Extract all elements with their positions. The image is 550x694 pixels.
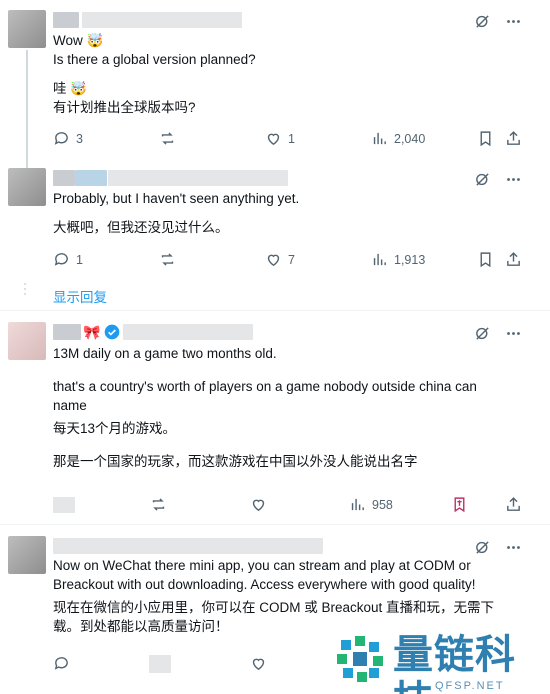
reply-button[interactable]: 1: [53, 251, 83, 268]
bookmark-button[interactable]: [477, 130, 494, 147]
user-handle-redacted[interactable]: [108, 170, 288, 186]
tweet-line: that's a country's worth of players on a…: [53, 379, 477, 413]
more-icon[interactable]: [505, 325, 522, 342]
retweet-button[interactable]: [159, 130, 176, 147]
like-icon: [265, 130, 282, 147]
tweet-text: Now on WeChat there mini app, you can st…: [53, 556, 520, 636]
retweet-icon: [159, 251, 176, 268]
tweet-2[interactable]: Probably, but I haven't seen anything ye…: [0, 158, 550, 308]
share-button[interactable]: [505, 251, 522, 268]
avatar[interactable]: [8, 10, 46, 48]
thread-line: [26, 158, 28, 168]
share-button[interactable]: [505, 496, 522, 513]
like-icon: [250, 655, 267, 672]
views-count: 1,913: [394, 252, 426, 267]
tweet-line: Now on WeChat there mini app, you can st…: [53, 558, 476, 592]
user-handle-redacted[interactable]: [123, 324, 253, 340]
like-icon: [265, 251, 282, 268]
user-handle-redacted[interactable]: [82, 12, 242, 28]
thread-line: [26, 50, 28, 158]
reply-button[interactable]: [53, 655, 70, 672]
share-icon: [505, 130, 522, 147]
avatar[interactable]: [8, 322, 46, 360]
bookmark-icon: [477, 130, 494, 147]
reply-count-redacted: [53, 497, 75, 513]
thread-dots: [24, 283, 26, 298]
like-count: 1: [288, 131, 295, 146]
like-button[interactable]: [250, 655, 267, 672]
avatar[interactable]: [8, 536, 46, 574]
user-name-redacted[interactable]: [75, 170, 107, 186]
tweet-text: Probably, but I haven't seen anything ye…: [53, 189, 510, 237]
views-button[interactable]: 2,040: [371, 130, 425, 147]
views-count: 2,040: [394, 131, 426, 146]
tweet-actions: 3 1 2,040: [53, 130, 523, 150]
retweet-icon: [159, 130, 176, 147]
like-button[interactable]: 1: [265, 130, 295, 147]
views-icon: [371, 130, 388, 147]
share-icon: [505, 496, 522, 513]
grok-icon[interactable]: [474, 171, 491, 188]
tweet-text: 13M daily on a game two months old. that…: [53, 344, 510, 471]
views-button[interactable]: 1,913: [371, 251, 425, 268]
more-icon[interactable]: [505, 539, 522, 556]
grok-icon[interactable]: [474, 13, 491, 30]
tweet-actions: 958: [53, 496, 523, 516]
more-icon[interactable]: [505, 171, 522, 188]
user-name-redacted[interactable]: [53, 12, 79, 28]
like-icon: [250, 496, 267, 513]
like-button[interactable]: 7: [265, 251, 295, 268]
tweet-line: 有计划推出全球版本吗?: [53, 100, 196, 115]
retweet-redacted: [149, 655, 171, 673]
views-button[interactable]: 958: [349, 496, 393, 513]
show-replies-link[interactable]: 显示回复: [53, 286, 107, 306]
user-name-redacted[interactable]: [53, 538, 323, 554]
bookmark-icon: [477, 251, 494, 268]
tweet-line: 每天13个月的游戏。: [53, 421, 177, 436]
reply-count: 1: [76, 252, 83, 267]
views-icon: [349, 496, 366, 513]
tweet-line: 大概吧，但我还没见过什么。: [53, 220, 229, 235]
more-icon[interactable]: [505, 13, 522, 30]
tweet-line: 13M daily on a game two months old.: [53, 346, 277, 361]
reply-icon: [53, 130, 70, 147]
verified-icon: [104, 324, 120, 340]
tweet-3[interactable]: 🎀 13M daily on a game two months old. th…: [0, 311, 550, 523]
grok-icon[interactable]: [474, 325, 491, 342]
user-name-redacted[interactable]: [53, 170, 75, 186]
retweet-icon: [150, 496, 167, 513]
like-count: 7: [288, 252, 295, 267]
bookmark-button[interactable]: [451, 496, 468, 513]
tweet-actions: 1 7 1,913: [53, 251, 523, 271]
reply-icon: [53, 251, 70, 268]
avatar[interactable]: [8, 168, 46, 206]
watermark: 量链科技 QFSP.NET: [335, 632, 550, 694]
reply-count: 3: [76, 131, 83, 146]
tweet-line: 那是一个国家的玩家，而这款游戏在中国以外没人能说出名字: [53, 454, 418, 469]
tweet-1[interactable]: Wow 🤯 Is there a global version planned?…: [0, 0, 550, 158]
ribbon-emoji: 🎀: [83, 324, 101, 340]
tweet-line: Wow 🤯: [53, 33, 104, 48]
watermark-subtitle: QFSP.NET: [435, 680, 505, 692]
tweet-text: Wow 🤯 Is there a global version planned?…: [53, 31, 510, 117]
grok-icon[interactable]: [474, 539, 491, 556]
reply-button[interactable]: 3: [53, 130, 83, 147]
user-name-redacted[interactable]: [53, 324, 81, 340]
tweet-line: Probably, but I haven't seen anything ye…: [53, 191, 300, 206]
like-button[interactable]: [250, 496, 267, 513]
views-icon: [371, 251, 388, 268]
share-button[interactable]: [505, 130, 522, 147]
reply-icon: [53, 655, 70, 672]
tweet-line: Is there a global version planned?: [53, 52, 256, 67]
retweet-button[interactable]: [150, 496, 167, 513]
retweet-button[interactable]: [159, 251, 176, 268]
views-count: 958: [372, 497, 393, 512]
bookmark-button[interactable]: [477, 251, 494, 268]
watermark-logo-icon: [335, 634, 385, 684]
bookmark-icon: [451, 496, 468, 513]
tweet-line: 现在在微信的小应用里，你可以在 CODM 或 Breackout 直播和玩，无需…: [53, 600, 495, 634]
share-icon: [505, 251, 522, 268]
tweet-line: 哇 🤯: [53, 81, 88, 96]
